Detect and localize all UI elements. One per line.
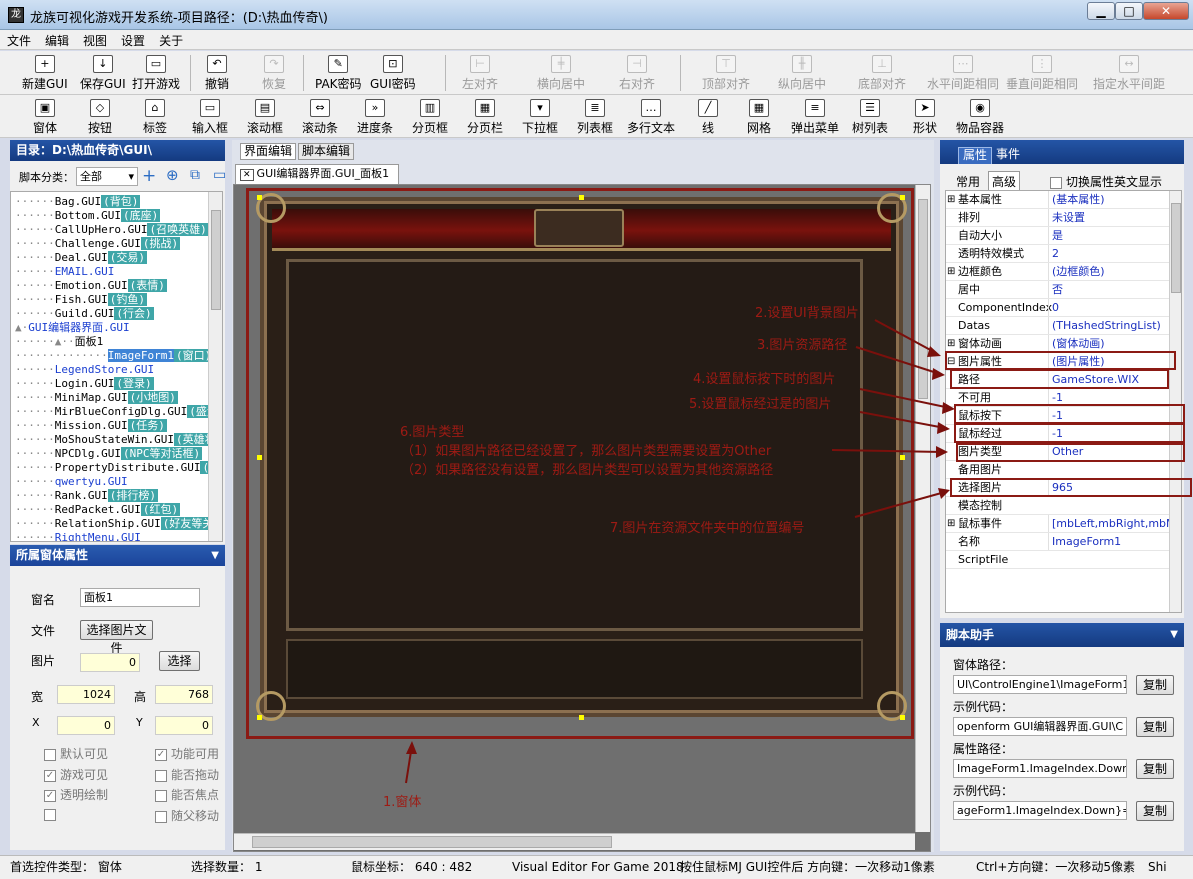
status-hint-shift: Shi: [1148, 860, 1167, 874]
status-hint-move: 按住鼠标MJ GUI控件后 方向键：一次移动1像素: [680, 860, 935, 874]
status-selected-count: 选择数量： 1: [191, 860, 263, 874]
status-version: Visual Editor For Game 2018: [512, 860, 684, 874]
annotation-6-line2: （2）如果路径没有设置，那么图片类型可以设置为其他资源路径: [401, 463, 774, 478]
annotation-1: 1.窗体: [383, 795, 422, 810]
annotation-3: 3.图片资源路径: [757, 338, 848, 353]
status-hint-ctrl: Ctrl+方向键：一次移动5像素: [976, 860, 1136, 874]
status-control-type: 首选控件类型： 窗体: [10, 860, 122, 874]
annotation-2: 2.设置UI背景图片: [755, 306, 859, 321]
annotation-4: 4.设置鼠标按下时的图片: [693, 372, 836, 387]
annotation-7: 7.图片在资源文件夹中的位置编号: [610, 521, 805, 536]
annotation-6-line1: （1）如果图片路径已经设置了，那么图片类型需要设置为Other: [401, 444, 772, 459]
annotation-5: 5.设置鼠标经过是的图片: [689, 397, 832, 412]
annotation-6-title: 6.图片类型: [400, 425, 465, 440]
status-mouse-coords: 鼠标坐标： 640 : 482: [351, 860, 473, 874]
status-bar: 首选控件类型： 窗体 选择数量： 1 鼠标坐标： 640 : 482 Visua…: [0, 855, 1193, 879]
